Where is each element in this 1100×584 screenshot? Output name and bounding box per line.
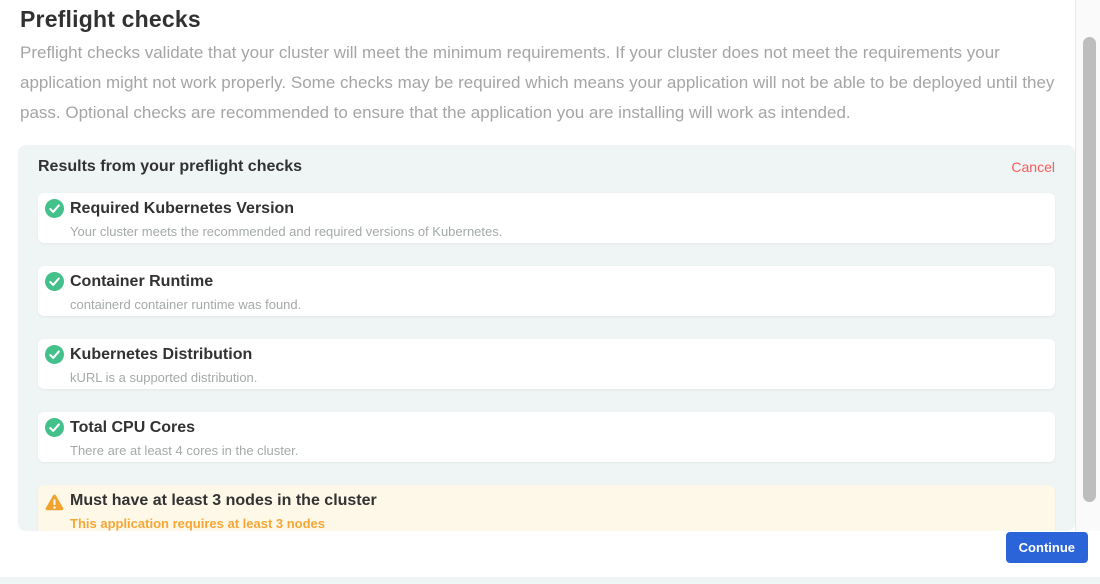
preflight-page: Preflight checks Preflight checks valida… — [0, 0, 1100, 584]
check-message: containerd container runtime was found. — [70, 297, 1039, 312]
footer-bar: Continue — [0, 531, 1100, 577]
bottom-strip — [0, 577, 1100, 584]
page-title: Preflight checks — [20, 6, 201, 33]
check-circle-icon — [45, 345, 64, 364]
cancel-link[interactable]: Cancel — [1011, 159, 1055, 175]
check-message: There are at least 4 cores in the cluste… — [70, 443, 1039, 458]
check-title: Must have at least 3 nodes in the cluste… — [70, 491, 1039, 510]
check-message: kURL is a supported distribution. — [70, 370, 1039, 385]
panel-title: Results from your preflight checks — [38, 158, 302, 176]
check-message: Your cluster meets the recommended and r… — [70, 224, 1039, 239]
check-circle-icon — [45, 418, 64, 437]
panel-header: Results from your preflight checks Cance… — [38, 145, 1055, 176]
preflight-check-card: Container Runtime containerd container r… — [38, 266, 1055, 316]
check-message: This application requires at least 3 nod… — [70, 516, 1039, 531]
check-title: Container Runtime — [70, 272, 1039, 291]
scrollbar-track[interactable] — [1075, 0, 1100, 531]
preflight-check-card: Total CPU Cores There are at least 4 cor… — [38, 412, 1055, 462]
preflight-check-card: Required Kubernetes Version Your cluster… — [38, 193, 1055, 243]
scrollbar-thumb[interactable] — [1083, 37, 1096, 502]
preflight-results-panel: Results from your preflight checks Cance… — [18, 145, 1075, 531]
check-title: Kubernetes Distribution — [70, 345, 1039, 364]
warning-triangle-icon — [45, 493, 64, 512]
check-circle-icon — [45, 199, 64, 218]
preflight-checks-list: Required Kubernetes Version Your cluster… — [38, 193, 1055, 531]
continue-button[interactable]: Continue — [1006, 532, 1088, 563]
preflight-check-card: Kubernetes Distribution kURL is a suppor… — [38, 339, 1055, 389]
check-title: Total CPU Cores — [70, 418, 1039, 437]
check-title: Required Kubernetes Version — [70, 199, 1039, 218]
preflight-check-card: Must have at least 3 nodes in the cluste… — [38, 485, 1055, 531]
check-circle-icon — [45, 272, 64, 291]
page-description: Preflight checks validate that your clus… — [20, 38, 1068, 128]
